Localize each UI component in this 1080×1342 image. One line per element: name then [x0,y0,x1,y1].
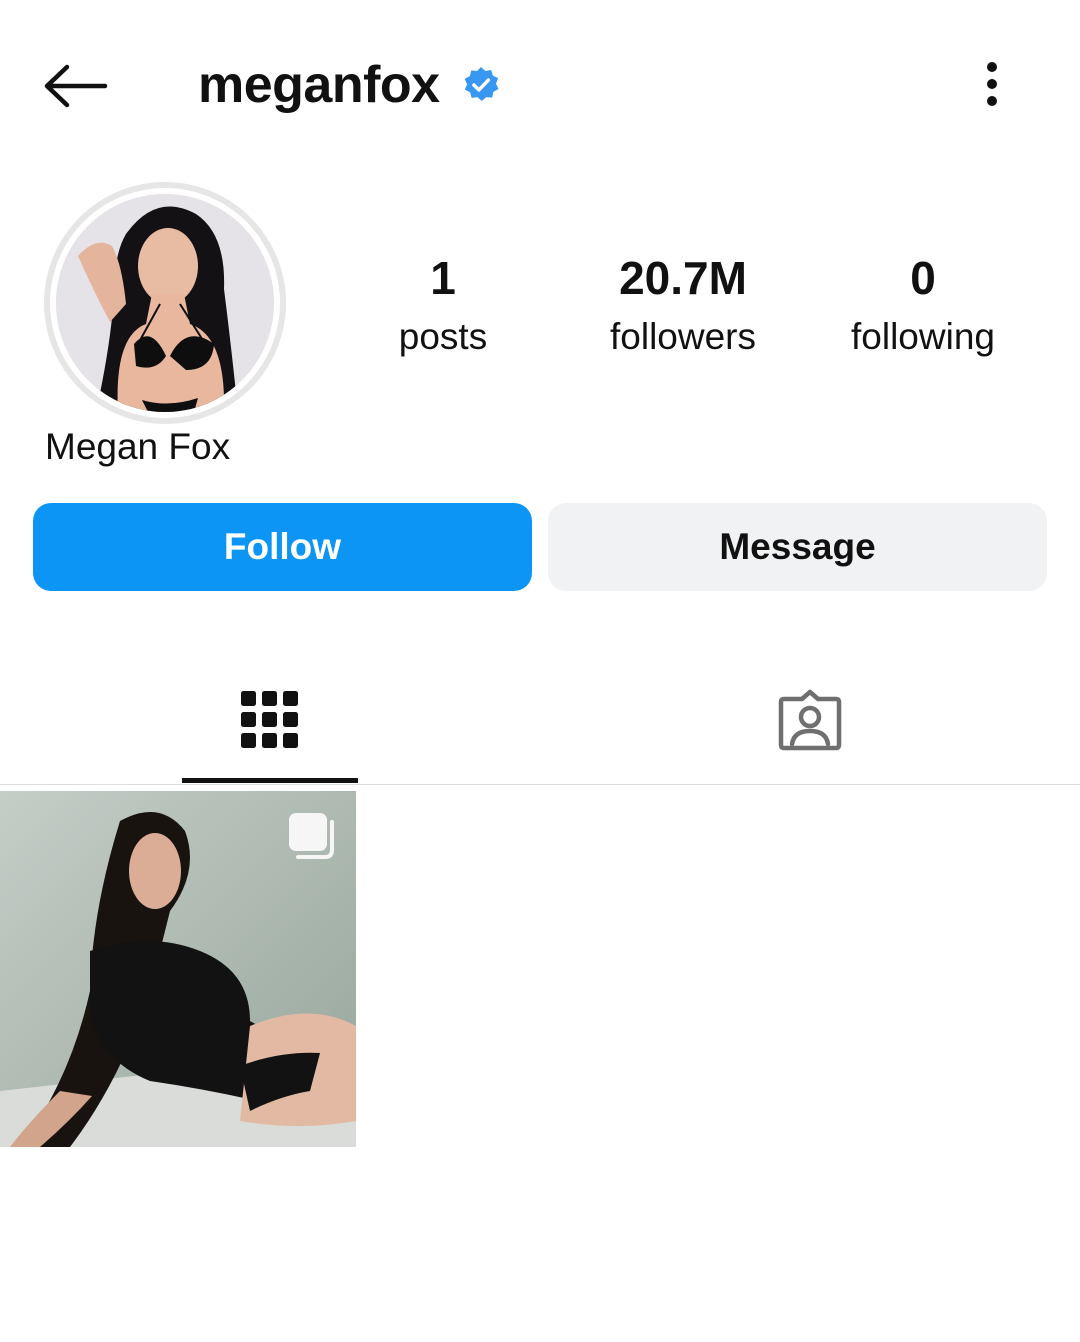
posts-count-value: 1 [430,252,456,304]
arrow-left-icon [44,64,108,108]
back-button[interactable] [40,56,112,116]
posts-count-label: posts [398,316,488,357]
following-count[interactable]: 0 following [813,248,1033,362]
following-count-value: 0 [910,252,936,304]
tagged-person-icon [778,689,842,751]
username-title: meganfox [198,50,500,120]
followers-count[interactable]: 20.7M followers [573,248,793,362]
vertical-dots-icon [987,62,997,106]
avatar[interactable] [56,194,274,412]
message-button[interactable]: Message [548,503,1047,591]
followers-count-label: followers [610,316,756,357]
grid-icon [241,691,298,748]
multiple-images-icon [289,813,334,859]
followers-count-value: 20.7M [619,252,747,304]
follow-button[interactable]: Follow [33,503,532,591]
posts-count[interactable]: 1 posts [333,248,553,362]
tabs-divider [0,784,1080,785]
avatar-photo [56,194,274,412]
profile-header: meganfox [0,0,1080,170]
username: meganfox [198,56,440,114]
more-options-button[interactable] [968,56,1016,112]
tab-tagged[interactable] [722,660,898,780]
display-name: Megan Fox [45,426,231,467]
tab-posts-grid[interactable] [182,660,358,780]
active-tab-indicator [182,778,358,783]
avatar-ring [44,182,286,424]
following-count-label: following [851,316,995,357]
verified-badge-icon [462,66,500,104]
